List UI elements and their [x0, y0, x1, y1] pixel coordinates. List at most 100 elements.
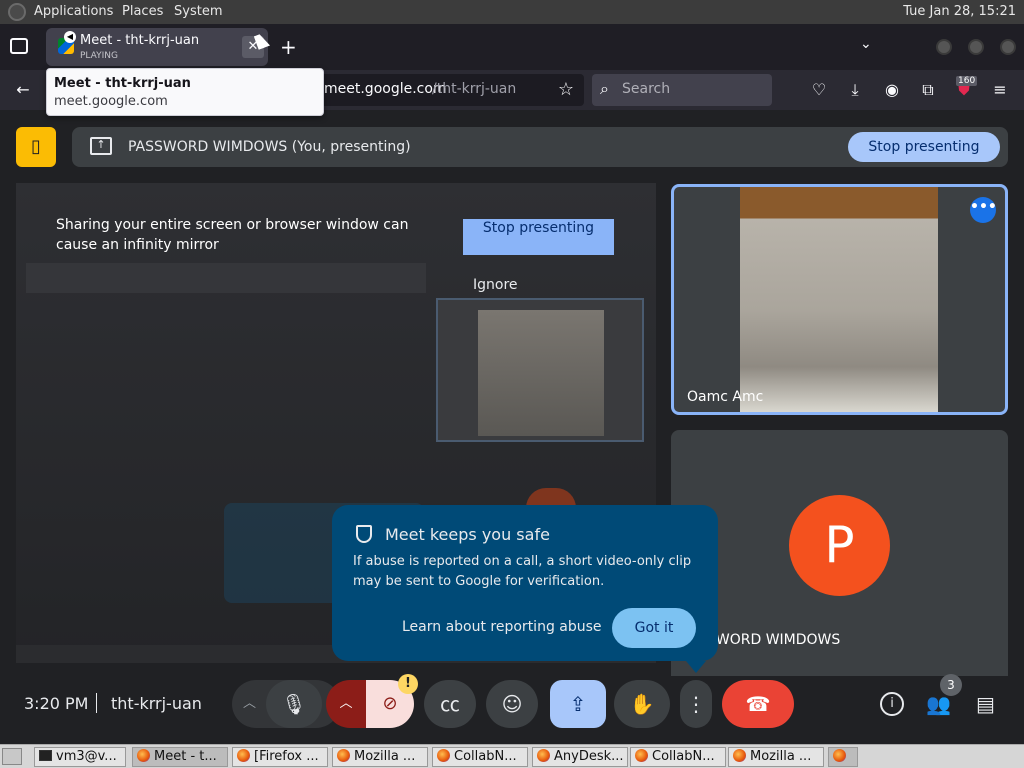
- extensions-icon[interactable]: ⧉: [917, 79, 939, 101]
- search-bar[interactable]: ⌕ Search: [592, 74, 772, 106]
- people-count-badge: 3: [940, 674, 962, 696]
- gnome-top-panel: Applications Places System Tue Jan 28, 1…: [0, 0, 1024, 24]
- infinity-mirror-warning: Sharing your entire screen or browser wi…: [56, 217, 409, 253]
- bookmark-star-icon[interactable]: ☆: [558, 79, 574, 100]
- menu-system[interactable]: System: [174, 4, 222, 19]
- url-bar[interactable]: meet.google.com /tht-krrj-uan ☆: [318, 74, 584, 106]
- tab-tooltip: Meet - tht-krrj-uan meet.google.com: [46, 68, 324, 116]
- firefox-view-icon[interactable]: [10, 38, 28, 54]
- firefox-icon: [437, 749, 450, 762]
- popup-title: Meet keeps you safe: [385, 525, 550, 544]
- popup-pointer: [686, 661, 706, 673]
- url-path: /tht-krrj-uan: [432, 81, 517, 97]
- meet-logo-icon[interactable]: ▯: [16, 127, 56, 167]
- new-tab-icon[interactable]: +: [280, 35, 297, 59]
- raise-hand-icon[interactable]: ✋: [614, 680, 670, 728]
- mirror-tile-video: [478, 310, 604, 436]
- tab-meet[interactable]: ◀ Meet - tht-krrj-uan PLAYING ✕: [46, 28, 268, 66]
- tooltip-url: meet.google.com: [54, 94, 168, 109]
- more-options-icon[interactable]: •••: [970, 197, 997, 223]
- chat-icon[interactable]: ▤: [976, 692, 995, 716]
- taskbar-item-mozilla[interactable]: Mozilla ...: [332, 747, 428, 767]
- ignore-button[interactable]: Ignore: [473, 277, 518, 293]
- firefox-icon: [537, 749, 550, 762]
- captions-icon[interactable]: ㏄: [424, 680, 476, 728]
- taskbar-item-collabn-2[interactable]: CollabN...: [630, 747, 726, 767]
- participant-tile-oamc[interactable]: ••• Oamc Amc: [671, 184, 1008, 415]
- mirror-tile: [436, 298, 644, 442]
- presenting-label: PASSWORD WIMDOWS (You, presenting): [128, 139, 411, 155]
- terminal-icon: [39, 750, 52, 761]
- taskbar-label: Mozilla ...: [354, 749, 416, 764]
- gnome-bottom-taskbar: vm3@v... Meet - t... [Firefox ... Mozill…: [0, 744, 1024, 768]
- taskbar-label: [Firefox ...: [254, 749, 319, 764]
- taskbar-item-firefox-icon[interactable]: [828, 747, 858, 767]
- taskbar-label: Meet - t...: [154, 749, 217, 764]
- participant-name: SWORD WIMDOWS: [707, 632, 841, 648]
- learn-about-reporting-abuse-link[interactable]: Learn about reporting abuse: [402, 619, 602, 635]
- divider: [96, 693, 97, 713]
- firefox-icon: [337, 749, 350, 762]
- minimize-window-icon[interactable]: [936, 39, 952, 55]
- taskbar-item-mozilla-2[interactable]: Mozilla ...: [728, 747, 824, 767]
- gnome-foot-icon[interactable]: [8, 3, 26, 21]
- panel-clock[interactable]: Tue Jan 28, 15:21: [903, 4, 1016, 19]
- account-icon[interactable]: ◉: [881, 79, 903, 101]
- menu-applications[interactable]: Applications: [34, 4, 113, 19]
- firefox-icon: [733, 749, 746, 762]
- meeting-controls-bar: 3:20 PM tht-krrj-uan ︿ 🎙 ︿ ⊘ ! ㏄ ☺ ⇪ ✋ ⋮…: [0, 674, 1024, 744]
- avatar: P: [789, 495, 890, 596]
- meeting-details-info-icon[interactable]: i: [880, 692, 904, 716]
- meeting-time: 3:20 PM: [24, 694, 89, 713]
- video-options-chevron-icon[interactable]: ︿: [326, 680, 366, 728]
- search-icon: ⌕: [600, 79, 609, 98]
- firefox-icon: [137, 749, 150, 762]
- close-window-icon[interactable]: [1000, 39, 1016, 55]
- url-host: meet.google.com: [324, 81, 447, 97]
- browser-tabstrip: ◀ Meet - tht-krrj-uan PLAYING ✕ + ⌄: [0, 24, 1024, 70]
- present-screen-icon: ↑: [90, 137, 112, 155]
- emoji-reactions-icon[interactable]: ☺: [486, 680, 538, 728]
- maximize-window-icon[interactable]: [968, 39, 984, 55]
- taskbar-label: AnyDesk...: [554, 749, 624, 764]
- taskbar-item-firefox[interactable]: [Firefox ...: [232, 747, 328, 767]
- meet-keeps-you-safe-popup: Meet keeps you safe If abuse is reported…: [332, 505, 718, 673]
- taskbar-item-collabn[interactable]: CollabN...: [432, 747, 528, 767]
- popup-body: If abuse is reported on a call, a short …: [353, 554, 692, 589]
- taskbar-item-anydesk[interactable]: AnyDesk...: [532, 747, 628, 767]
- stop-presenting-button[interactable]: Stop presenting: [848, 132, 1000, 162]
- taskbar-label: CollabN...: [652, 749, 715, 764]
- tooltip-title: Meet - tht-krrj-uan: [54, 76, 191, 91]
- taskbar-label: CollabN...: [454, 749, 517, 764]
- leave-call-icon[interactable]: ☎: [722, 680, 794, 728]
- taskbar-label: Mozilla ...: [750, 749, 812, 764]
- tab-title: Meet - tht-krrj-uan: [80, 33, 200, 48]
- meeting-code: tht-krrj-uan: [111, 694, 202, 713]
- mirror-banner: [26, 263, 426, 293]
- presenting-banner: ↑ PASSWORD WIMDOWS (You, presenting) Sto…: [72, 127, 1008, 167]
- audio-options-chevron-icon[interactable]: ︿: [243, 692, 256, 711]
- downloads-icon[interactable]: ⤓: [844, 79, 866, 101]
- warning-stop-presenting-button[interactable]: Stop presenting: [463, 219, 614, 255]
- menu-places[interactable]: Places: [122, 4, 163, 19]
- meet-main: ▯ ↑ PASSWORD WIMDOWS (You, presenting) S…: [0, 110, 1024, 764]
- extension-badge: 160: [956, 76, 978, 86]
- firefox-icon: [635, 749, 648, 762]
- pocket-icon[interactable]: ♡: [808, 79, 830, 101]
- got-it-button[interactable]: Got it: [612, 608, 696, 648]
- more-options-vertical-icon[interactable]: ⋮: [680, 680, 712, 728]
- microphone-icon[interactable]: 🎙: [266, 680, 322, 728]
- taskbar-item-meet[interactable]: Meet - t...: [132, 747, 228, 767]
- search-placeholder: Search: [622, 81, 671, 97]
- present-now-icon[interactable]: ⇪: [550, 680, 606, 728]
- back-arrow-icon[interactable]: ←: [12, 79, 34, 101]
- hamburger-menu-icon[interactable]: ≡: [989, 79, 1011, 101]
- speaker-icon[interactable]: ◀: [64, 31, 76, 43]
- list-tabs-chevron-icon[interactable]: ⌄: [860, 36, 872, 52]
- shield-icon: [356, 525, 372, 543]
- show-desktop-icon[interactable]: [2, 748, 22, 765]
- participant-video: [740, 187, 938, 412]
- taskbar-item-terminal[interactable]: vm3@v...: [34, 747, 126, 767]
- tab-playing-label: PLAYING: [80, 51, 118, 61]
- warning-badge-icon: !: [398, 674, 418, 694]
